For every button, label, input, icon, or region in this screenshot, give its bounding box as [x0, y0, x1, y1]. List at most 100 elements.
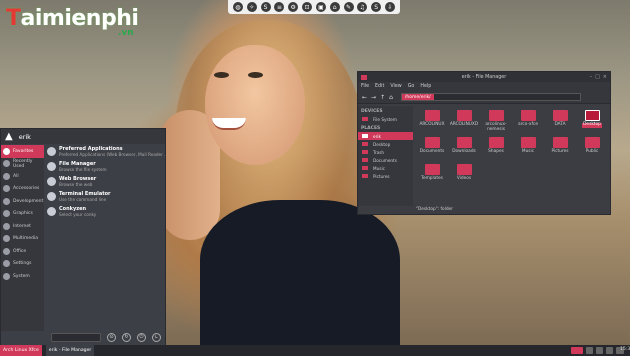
app-icon [47, 207, 56, 216]
folder-item[interactable]: ARCOLINUXD [448, 110, 480, 134]
menu-category-graphics[interactable]: Graphics [1, 208, 44, 221]
category-label: All [13, 173, 19, 179]
app-icon [47, 177, 56, 186]
folder-item[interactable]: Shapes [480, 137, 512, 161]
clock: 15:38 [616, 347, 630, 354]
folder-icon [488, 110, 504, 121]
dock-app-icon[interactable]: ⇩ [385, 2, 396, 12]
folder-icon [362, 134, 368, 138]
menu-app-item[interactable]: Terminal Emulator Use the command line [45, 190, 165, 203]
dock-app-icon[interactable]: ⚙ [288, 2, 299, 12]
menu-app-item[interactable]: Preferred Applications Preferred Applicat… [45, 145, 168, 158]
dock-app-icon[interactable]: S [371, 2, 382, 12]
menu-category-system[interactable]: System [1, 270, 44, 283]
up-icon[interactable]: ↑ [380, 94, 385, 101]
tray-volume-icon[interactable] [596, 347, 603, 354]
fm-menu-edit[interactable]: Edit [375, 84, 384, 89]
folder-item[interactable]: DATA [544, 110, 576, 134]
folder-item[interactable]: Downloads [448, 137, 480, 161]
sidebar-device[interactable]: File System [358, 115, 413, 123]
taskbar-window-button[interactable]: erik - File Manager [45, 345, 95, 356]
fm-menu-go[interactable]: Go [408, 84, 415, 89]
menu-category-settings[interactable]: Settings [1, 258, 44, 271]
whisker-menu: ▲ erik Favorites Recently Used All Accessor… [0, 128, 168, 346]
folder-icon [362, 166, 368, 170]
menu-app-item[interactable]: Conkyzen Select your conky [45, 205, 165, 218]
dock-app-icon[interactable]: ✎ [343, 2, 354, 12]
folder-item[interactable]: arcolinux-nemesis [480, 110, 512, 134]
folder-item[interactable]: Music [512, 137, 544, 161]
menu-category-office[interactable]: Office [1, 245, 44, 258]
back-icon[interactable]: ← [362, 94, 367, 101]
sidebar-place-music[interactable]: Music [358, 164, 413, 172]
folder-icon [552, 137, 568, 148]
wallpaper-eye-right [248, 72, 263, 78]
category-icon [3, 147, 10, 155]
category-icon [3, 172, 10, 180]
tray-indicator-icon[interactable] [571, 347, 583, 354]
menu-footer-icon[interactable]: ↻ [122, 332, 131, 342]
drive-icon [362, 117, 368, 121]
sidebar-place-pictures[interactable]: Pictures [358, 172, 413, 180]
menu-categories: Favorites Recently Used All Accessories Deve… [1, 145, 44, 331]
dock-app-icon[interactable]: ✧ [246, 2, 257, 12]
folder-item[interactable]: Pictures [544, 137, 576, 161]
dock-app-icon[interactable]: ≡ [274, 2, 285, 12]
dock-app-icon[interactable]: ▣ [315, 2, 326, 12]
folder-item[interactable]: Documents [416, 137, 448, 161]
home-icon[interactable]: ⌂ [389, 94, 393, 101]
menu-category-development[interactable]: Development [1, 195, 44, 208]
menu-username: erik [18, 132, 31, 141]
menu-category-multimedia[interactable]: Multimedia [1, 233, 44, 246]
menu-footer-icon[interactable]: ⏻ [137, 332, 146, 342]
menu-app-item[interactable]: Web Browser Browse the web [45, 175, 165, 188]
dock-app-icon[interactable]: S [260, 2, 271, 12]
folder-item[interactable]: Templates [416, 164, 448, 188]
folder-item[interactable]: ARCOLINUX [416, 110, 448, 134]
menu-header: ▲ erik [1, 129, 165, 144]
folder-item[interactable]: Desktop [576, 110, 608, 134]
dock-app-icon[interactable]: ⊡ [302, 2, 313, 12]
sidebar-label: Music [373, 165, 385, 171]
location-bar[interactable]: /home/erik/ [400, 93, 581, 101]
menu-category-internet[interactable]: Internet [1, 220, 44, 233]
sidebar-place-trash[interactable]: Trash [358, 148, 413, 156]
fm-menubar: File Edit View Go Help [358, 82, 610, 91]
menu-category-favorites[interactable]: Favorites [1, 145, 44, 158]
fm-menu-file[interactable]: File [361, 84, 369, 89]
folder-item[interactable]: Videos [448, 164, 480, 188]
sidebar-place-documents[interactable]: Documents [358, 156, 413, 164]
menu-footer-icon[interactable]: ⊙ [107, 332, 116, 342]
menu-category-all[interactable]: All [1, 170, 44, 183]
fm-menu-help[interactable]: Help [420, 84, 431, 89]
sidebar-label: Trash [373, 149, 385, 155]
dock-app-icon[interactable]: ◍ [232, 2, 243, 12]
sidebar-place-erik[interactable]: erik [358, 132, 413, 140]
dock-app-icon[interactable]: ⌂ [329, 2, 340, 12]
folder-item[interactable]: arco-xfce [512, 110, 544, 134]
sidebar-label: Pictures [373, 173, 390, 179]
places-header: PLACES [361, 126, 381, 131]
folder-label: Desktop [582, 122, 602, 128]
fm-menu-view[interactable]: View [390, 84, 401, 89]
category-label: Office [13, 248, 27, 254]
fm-title: erik - File Manager [461, 74, 507, 80]
folder-label: arcolinux-nemesis [485, 122, 507, 132]
start-menu-button[interactable]: Arch Linux Xfce [0, 345, 42, 356]
menu-footer-icon[interactable]: ⏾ [152, 332, 161, 342]
sidebar-place-desktop[interactable]: Desktop [358, 140, 413, 148]
menu-app-item[interactable]: File Manager Browse the file system [45, 160, 165, 173]
menu-category-accessories[interactable]: Accessories [1, 183, 44, 196]
taskbar: Arch Linux Xfce erik - File Manager 15:3… [0, 345, 630, 356]
folder-icon [520, 110, 536, 121]
menu-search-input[interactable] [51, 332, 101, 342]
forward-icon[interactable]: → [371, 94, 376, 101]
folder-item[interactable]: Public [576, 137, 608, 161]
tray-network-icon[interactable] [586, 347, 593, 354]
menu-category-recently-used[interactable]: Recently Used [1, 158, 44, 171]
dock-app-icon[interactable]: ♫ [357, 2, 368, 12]
folder-label: ARCOLINUX [419, 122, 445, 127]
folder-icon [362, 174, 368, 178]
tray-battery-icon[interactable] [606, 347, 613, 354]
folder-icon [424, 164, 440, 175]
